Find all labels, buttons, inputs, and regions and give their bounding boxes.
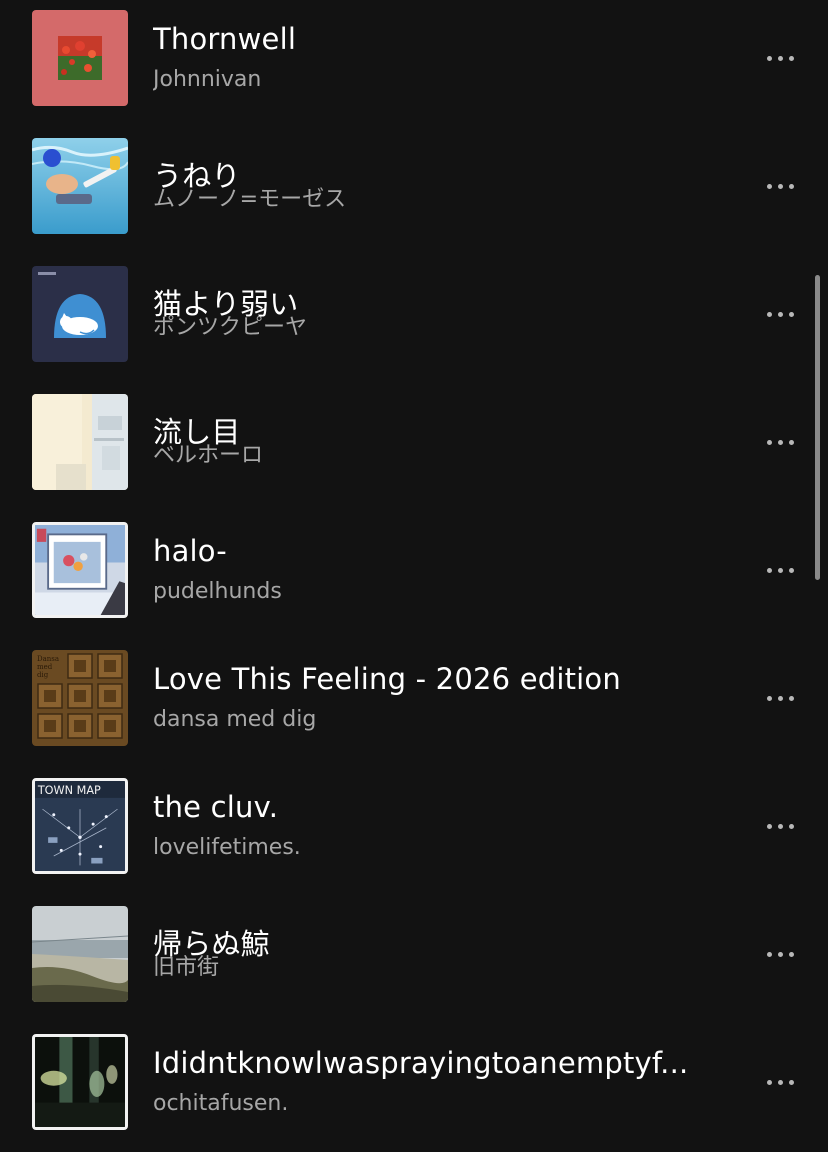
more-horizontal-icon	[777, 55, 783, 61]
track-artist[interactable]: ochitafusen.	[153, 1090, 713, 1118]
track-row[interactable]: 流し目 ベルホーロ	[0, 384, 828, 512]
album-art	[32, 394, 128, 490]
more-horizontal-icon	[766, 567, 772, 573]
more-horizontal-icon	[788, 311, 794, 317]
track-artist[interactable]: ベルホーロ	[153, 442, 713, 470]
more-horizontal-icon	[788, 183, 794, 189]
seaside-shore-art	[32, 906, 128, 1002]
more-options-button[interactable]	[756, 166, 804, 206]
more-horizontal-icon	[766, 695, 772, 701]
album-art	[32, 266, 128, 362]
track-artist[interactable]: ムノーノ=モーゼス	[153, 186, 713, 214]
album-art	[32, 138, 128, 234]
album-art	[32, 906, 128, 1002]
track-row[interactable]: TOWN MAP the cluv. lovelifetimes.	[0, 768, 828, 896]
red-flower-field-art	[32, 10, 128, 106]
art-text: Dansa	[37, 655, 59, 663]
track-title[interactable]: the cluv.	[153, 788, 713, 826]
more-horizontal-icon	[788, 55, 794, 61]
track-artist[interactable]: dansa med dig	[153, 706, 713, 734]
more-horizontal-icon	[777, 951, 783, 957]
more-horizontal-icon	[777, 823, 783, 829]
track-row[interactable]: うねり ムノーノ=モーゼス	[0, 128, 828, 256]
more-horizontal-icon	[766, 311, 772, 317]
track-artist[interactable]: ポンツクピーヤ	[153, 314, 713, 342]
more-options-button[interactable]	[756, 550, 804, 590]
track-title[interactable]: Love This Feeling - 2026 edition	[153, 660, 713, 698]
more-horizontal-icon	[777, 567, 783, 573]
track-artist[interactable]: 旧市街	[153, 954, 713, 982]
more-horizontal-icon	[788, 951, 794, 957]
more-options-button[interactable]	[756, 422, 804, 462]
track-artist[interactable]: Johnnivan	[153, 66, 713, 94]
more-horizontal-icon	[788, 695, 794, 701]
more-options-button[interactable]	[756, 38, 804, 78]
track-row[interactable]: Thornwell Johnnivan	[0, 0, 828, 128]
track-row[interactable]: 猫より弱い ポンツクピーヤ	[0, 256, 828, 384]
collage-art	[35, 525, 125, 615]
more-options-button[interactable]	[756, 678, 804, 718]
album-art: TOWN MAP	[32, 778, 128, 874]
more-horizontal-icon	[777, 183, 783, 189]
art-text: TOWN MAP	[37, 784, 101, 797]
track-row[interactable]: Dansa med dig Love This Feeling - 2026 e…	[0, 640, 828, 768]
track-row[interactable]: Ididntknowlwasprayingtoanemptyf... ochit…	[0, 1024, 828, 1152]
more-horizontal-icon	[766, 951, 772, 957]
more-horizontal-icon	[766, 183, 772, 189]
track-artist[interactable]: lovelifetimes.	[153, 834, 713, 862]
more-horizontal-icon	[766, 1079, 772, 1085]
more-horizontal-icon	[766, 439, 772, 445]
more-horizontal-icon	[788, 439, 794, 445]
art-text: med	[37, 663, 53, 671]
more-horizontal-icon	[788, 1079, 794, 1085]
more-options-button[interactable]	[756, 294, 804, 334]
track-artist[interactable]: pudelhunds	[153, 578, 713, 606]
more-options-button[interactable]	[756, 806, 804, 846]
track-title[interactable]: Thornwell	[153, 20, 713, 58]
album-art	[32, 10, 128, 106]
sleeping-cat-art	[32, 266, 128, 362]
track-row[interactable]: 帰らぬ鯨 旧市街	[0, 896, 828, 1024]
album-art: Dansa med dig	[32, 650, 128, 746]
underwater-swimmer-guitar-art	[32, 138, 128, 234]
more-horizontal-icon	[777, 1079, 783, 1085]
track-title[interactable]: Ididntknowlwasprayingtoanemptyf...	[153, 1044, 713, 1082]
album-art	[32, 1034, 128, 1130]
more-horizontal-icon	[777, 439, 783, 445]
more-horizontal-icon	[766, 55, 772, 61]
more-options-button[interactable]	[756, 1062, 804, 1102]
chocolate-grid-art: Dansa med dig	[32, 650, 128, 746]
track-title[interactable]: halo-	[153, 532, 713, 570]
art-text: dig	[37, 671, 49, 679]
album-art	[32, 522, 128, 618]
more-horizontal-icon	[788, 823, 794, 829]
more-horizontal-icon	[766, 823, 772, 829]
more-options-button[interactable]	[756, 934, 804, 974]
more-horizontal-icon	[777, 311, 783, 317]
town-map-art: TOWN MAP	[35, 781, 125, 871]
more-horizontal-icon	[788, 567, 794, 573]
scrollbar-thumb[interactable]	[815, 275, 820, 580]
pale-building-art	[32, 394, 128, 490]
more-horizontal-icon	[777, 695, 783, 701]
track-list: Thornwell Johnnivan うねり ムノーノ=モーゼス 猫より弱い …	[0, 0, 828, 1150]
track-row[interactable]: halo- pudelhunds	[0, 512, 828, 640]
blurred-lights-art	[35, 1037, 125, 1127]
